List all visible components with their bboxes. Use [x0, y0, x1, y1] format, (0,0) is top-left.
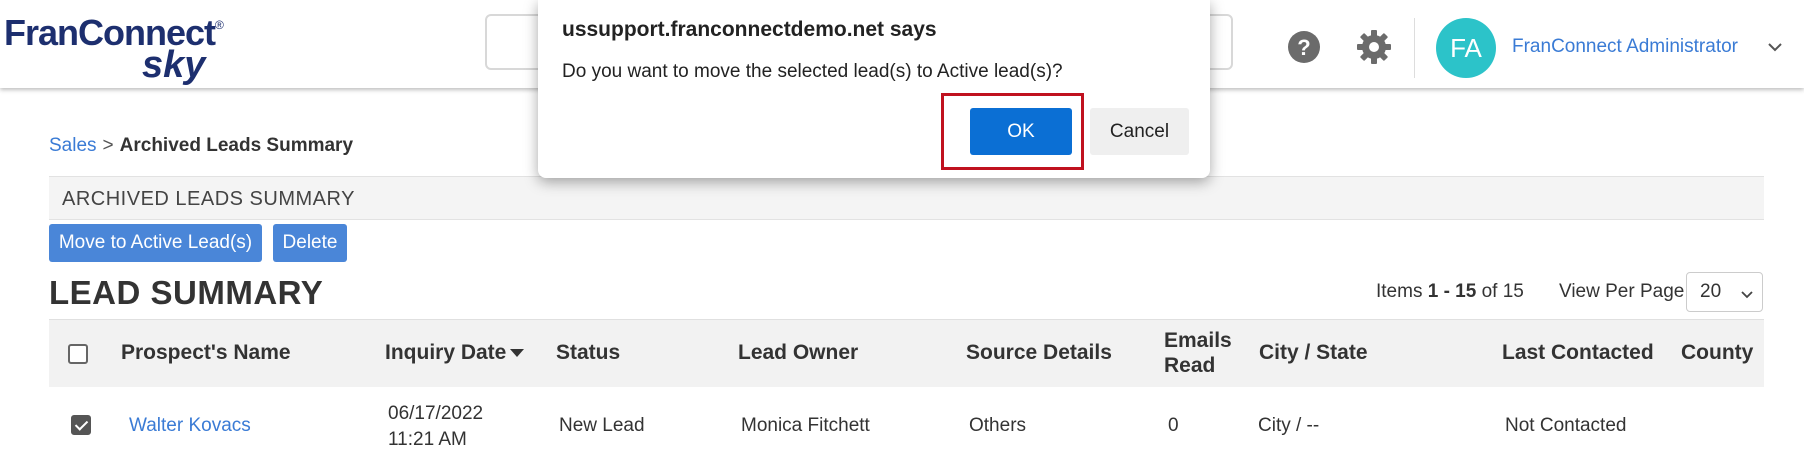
breadcrumb: Sales > Archived Leads Summary: [49, 135, 353, 157]
column-header-last-contacted[interactable]: Last Contacted: [1502, 341, 1654, 365]
source-details: Others: [969, 415, 1027, 436]
column-header-city-state[interactable]: City / State: [1259, 341, 1368, 365]
breadcrumb-current: Archived Leads Summary: [119, 135, 354, 156]
franconnect-sky-logo[interactable]: FranConnect® sky: [4, 8, 244, 86]
confirm-dialog: ussupport.franconnectdemo.net says Do yo…: [538, 0, 1210, 178]
column-header-read[interactable]: Read: [1164, 354, 1215, 378]
move-to-active-leads-button[interactable]: Move to Active Lead(s): [49, 224, 262, 262]
section-title: ARCHIVED LEADS SUMMARY: [62, 188, 355, 210]
dialog-title: ussupport.franconnectdemo.net says: [562, 18, 937, 41]
avatar[interactable]: FA: [1436, 18, 1496, 78]
delete-button[interactable]: Delete: [273, 224, 347, 262]
cancel-button[interactable]: Cancel: [1090, 108, 1189, 155]
user-name-link[interactable]: FranConnect Administrator: [1512, 36, 1738, 58]
ok-button[interactable]: OK: [970, 108, 1072, 155]
lead-owner: Monica Fitchett: [741, 415, 870, 436]
items-range: 1 - 15: [1427, 281, 1477, 302]
chevron-down-icon[interactable]: [1766, 38, 1784, 56]
help-icon[interactable]: ?: [1285, 28, 1323, 66]
view-per-page-select[interactable]: 20: [1686, 272, 1763, 312]
items-count: Items 1 - 15 of 15: [1376, 281, 1524, 303]
gear-icon[interactable]: [1355, 28, 1393, 66]
inquiry-time: 11:21 AM: [388, 429, 467, 450]
view-per-page-value: 20: [1700, 281, 1722, 302]
table-header: Prospect's Name Inquiry Date Status Lead…: [49, 319, 1764, 387]
logo-sky-text: sky: [142, 44, 206, 86]
items-prefix: Items: [1376, 281, 1423, 302]
column-header-emails[interactable]: Emails: [1164, 329, 1232, 353]
svg-text:?: ?: [1297, 35, 1310, 60]
table-row: Walter Kovacs 06/17/2022 11:21 AM New Le…: [49, 389, 1764, 456]
column-header-inquiry-date[interactable]: Inquiry Date: [385, 341, 525, 365]
row-checkbox[interactable]: [71, 415, 91, 435]
emails-read: 0: [1168, 415, 1179, 436]
items-total: of 15: [1481, 281, 1524, 302]
lead-status: New Lead: [559, 415, 645, 436]
dialog-message: Do you want to move the selected lead(s)…: [562, 61, 1063, 82]
select-all-checkbox[interactable]: [68, 344, 88, 364]
column-header-lead-owner[interactable]: Lead Owner: [738, 341, 858, 365]
inquiry-date: 06/17/2022: [388, 403, 484, 424]
page-title: LEAD SUMMARY: [49, 274, 324, 311]
last-contacted: Not Contacted: [1505, 415, 1627, 436]
city-state: City / --: [1258, 415, 1320, 436]
section-header: ARCHIVED LEADS SUMMARY: [49, 176, 1764, 220]
breadcrumb-sales-link[interactable]: Sales: [49, 135, 97, 156]
view-per-page-label: View Per Page: [1559, 281, 1685, 302]
sort-desc-icon: [510, 349, 525, 358]
inquiry-date-label: Inquiry Date: [385, 341, 507, 364]
header-divider: [1414, 18, 1415, 78]
breadcrumb-separator: >: [102, 135, 114, 156]
column-header-status[interactable]: Status: [556, 341, 620, 365]
column-header-county[interactable]: County: [1681, 341, 1753, 365]
logo-registered-mark: ®: [215, 18, 224, 32]
column-header-prospect-name[interactable]: Prospect's Name: [121, 341, 291, 365]
prospect-name-link[interactable]: Walter Kovacs: [129, 415, 251, 437]
chevron-down-icon: [1740, 285, 1754, 299]
column-header-source-details[interactable]: Source Details: [966, 341, 1112, 365]
